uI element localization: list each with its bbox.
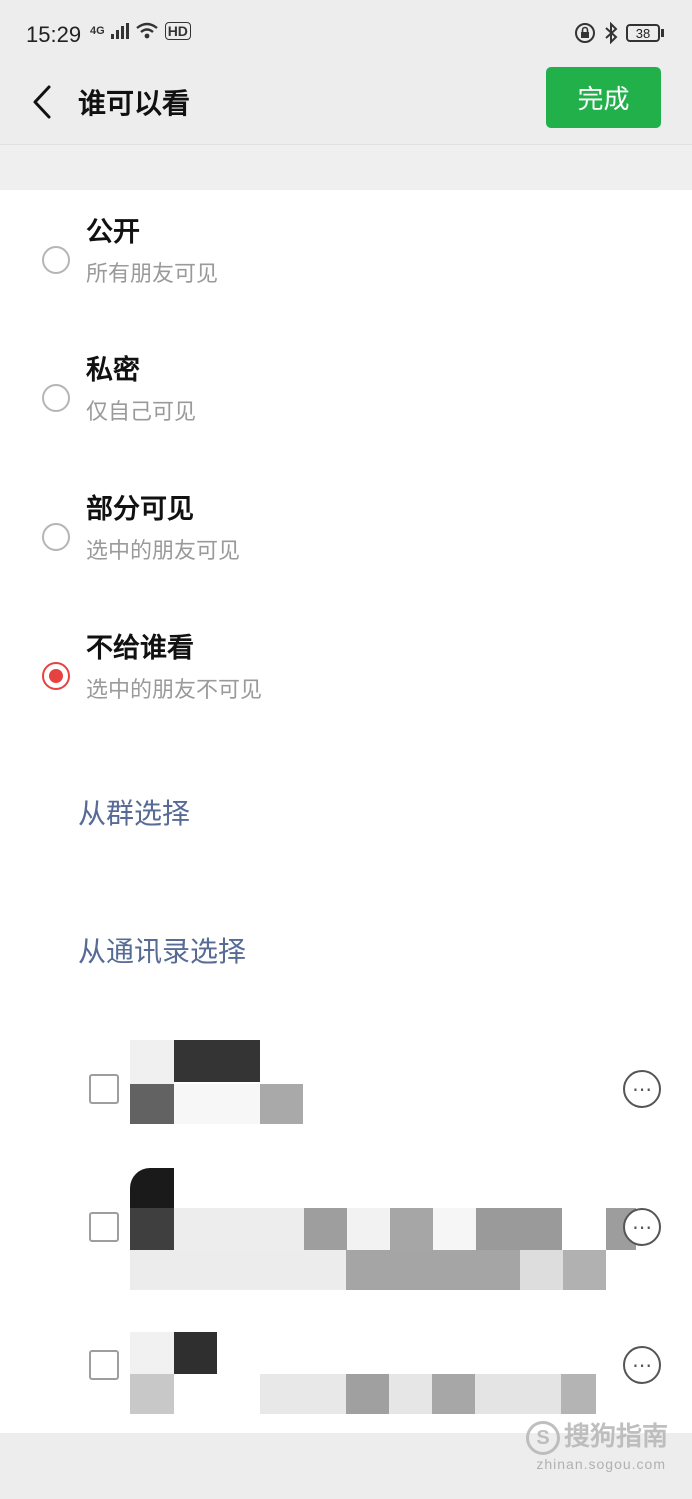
more-options-button[interactable]: ⋯ — [623, 1208, 661, 1246]
more-options-button[interactable]: ⋯ — [623, 1346, 661, 1384]
status-left-icons: 4G HD — [90, 22, 191, 40]
select-from-contacts-link[interactable]: 从通讯录选择 — [78, 930, 246, 970]
hd-icon: HD — [164, 22, 191, 40]
radio-button[interactable] — [42, 523, 70, 551]
status-right-icons: 38 — [574, 22, 664, 44]
contact-row[interactable]: ⋯ — [0, 1306, 692, 1426]
network-label: 4G — [90, 25, 105, 37]
battery-level: 38 — [626, 24, 660, 42]
watermark-brand: 搜狗指南 — [563, 1421, 668, 1451]
more-options-button[interactable]: ⋯ — [623, 1070, 661, 1108]
contact-checkbox[interactable] — [89, 1350, 119, 1380]
back-button[interactable] — [22, 78, 62, 126]
option-title: 私密 — [86, 355, 140, 386]
option-title: 公开 — [86, 217, 140, 248]
page-title: 谁可以看 — [78, 87, 191, 120]
contact-row[interactable]: ⋯ — [0, 1030, 692, 1150]
battery-cap — [661, 29, 664, 37]
radio-button[interactable] — [42, 384, 70, 412]
option-title: 不给谁看 — [86, 633, 194, 664]
battery-indicator: 38 — [626, 24, 664, 42]
contact-checkbox[interactable] — [89, 1212, 119, 1242]
sogou-s-icon: S — [525, 1421, 560, 1456]
option-title: 部分可见 — [86, 494, 194, 525]
status-time: 15:29 — [26, 22, 82, 47]
option-partially-visible[interactable]: 部分可见 选中的朋友可见 — [0, 477, 692, 607]
bluetooth-icon — [605, 22, 618, 44]
option-private[interactable]: 私密 仅自己可见 — [0, 338, 692, 468]
watermark-url: zhinan.sogou.com — [536, 1456, 666, 1472]
contact-checkbox[interactable] — [89, 1074, 119, 1104]
option-public[interactable]: 公开 所有朋友可见 — [0, 200, 692, 330]
option-subtitle: 选中的朋友可见 — [86, 539, 241, 564]
title-bar: 谁可以看 完成 — [0, 60, 692, 145]
watermark-logo: S 搜狗指南 — [525, 1416, 668, 1456]
option-subtitle: 所有朋友可见 — [86, 262, 219, 287]
select-from-group-link[interactable]: 从群选择 — [78, 792, 190, 832]
option-subtitle: 选中的朋友不可见 — [86, 678, 263, 703]
radio-button-selected[interactable] — [42, 662, 70, 690]
section-divider — [0, 145, 692, 190]
chevron-left-icon — [33, 85, 51, 119]
option-hide-from[interactable]: 不给谁看 选中的朋友不可见 — [0, 616, 692, 746]
option-subtitle: 仅自己可见 — [86, 400, 197, 425]
lock-rotation-icon — [575, 23, 595, 43]
radio-button[interactable] — [42, 246, 70, 274]
signal-icon — [110, 23, 129, 39]
wifi-icon — [135, 22, 158, 39]
radio-dot — [49, 669, 63, 683]
contact-row[interactable]: ⋯ — [0, 1168, 692, 1290]
done-button[interactable]: 完成 — [546, 67, 661, 128]
